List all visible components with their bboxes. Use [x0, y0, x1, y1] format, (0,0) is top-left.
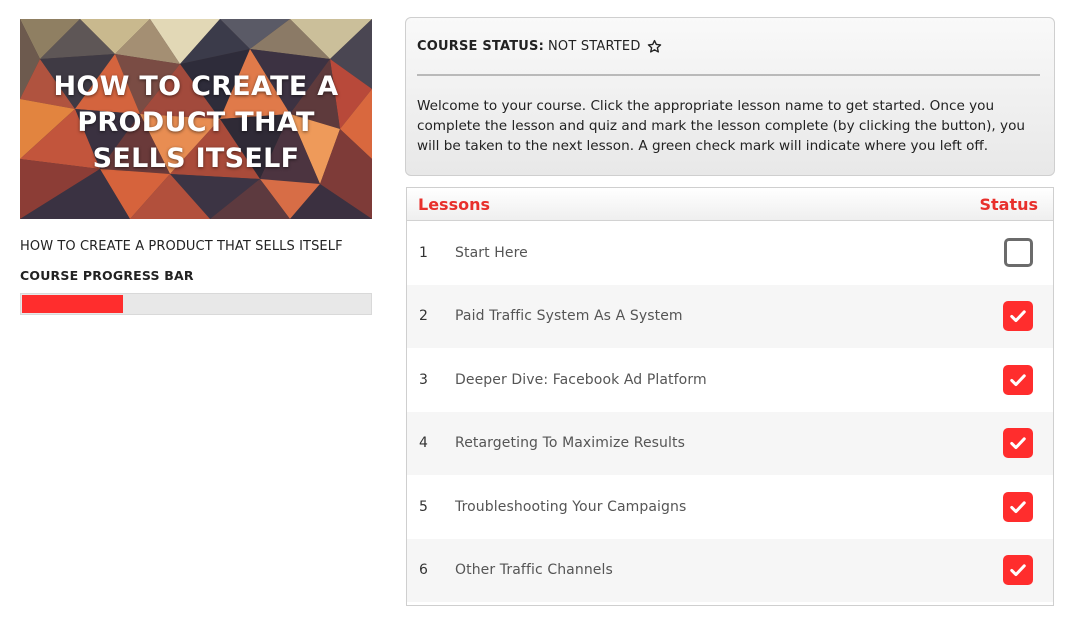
course-banner[interactable]: HOW TO CREATE A PRODUCT THAT SELLS ITSEL… — [20, 19, 372, 219]
lesson-row[interactable]: 3 Deeper Dive: Facebook Ad Platform — [407, 348, 1053, 412]
lesson-number: 5 — [419, 498, 428, 515]
lesson-row[interactable]: 1 Start Here — [407, 221, 1053, 285]
lesson-title-link[interactable]: Paid Traffic System As A System — [455, 308, 1003, 324]
course-page: HOW TO CREATE A PRODUCT THAT SELLS ITSEL… — [0, 0, 1078, 628]
lesson-row[interactable]: 2 Paid Traffic System As A System — [407, 284, 1053, 348]
progress-label: COURSE PROGRESS BAR — [20, 268, 194, 283]
course-status-line: COURSE STATUS: NOT STARTED — [417, 38, 1039, 54]
progress-bar-fill — [22, 295, 123, 313]
course-status-label: COURSE STATUS: — [417, 38, 544, 54]
checked-checkbox-icon[interactable] — [1003, 301, 1033, 332]
lesson-number: 4 — [419, 435, 428, 452]
lesson-row[interactable]: 5 Troubleshooting Your Campaigns — [407, 475, 1053, 539]
checked-checkbox-icon[interactable] — [1003, 428, 1033, 459]
lesson-row[interactable]: 4 Retargeting To Maximize Results — [407, 411, 1053, 475]
star-outline-icon — [647, 39, 662, 54]
lesson-title-link[interactable]: Deeper Dive: Facebook Ad Platform — [455, 372, 1003, 388]
lesson-title-link[interactable]: Troubleshooting Your Campaigns — [455, 499, 1003, 515]
checked-checkbox-icon[interactable] — [1003, 555, 1033, 586]
course-welcome-message: Welcome to your course. Click the approp… — [417, 98, 1026, 154]
lesson-number: 6 — [419, 562, 428, 579]
status-column-header: Status — [979, 194, 1038, 214]
banner-title: HOW TO CREATE A PRODUCT THAT SELLS ITSEL… — [53, 71, 339, 174]
lesson-list: 1 Start Here 2 Paid Traffic System As A Sys… — [407, 221, 1053, 602]
lesson-title-link[interactable]: Retargeting To Maximize Results — [455, 435, 1003, 451]
course-status-value: NOT STARTED — [548, 38, 641, 54]
lesson-title-link[interactable]: Start Here — [455, 245, 1004, 261]
course-sidebar: HOW TO CREATE A PRODUCT THAT SELLS ITSEL… — [20, 19, 372, 315]
lesson-number: 3 — [419, 371, 428, 388]
status-divider — [417, 74, 1040, 76]
lesson-title-link[interactable]: Other Traffic Channels — [455, 562, 1003, 578]
course-name[interactable]: HOW TO CREATE A PRODUCT THAT SELLS ITSEL… — [20, 239, 372, 254]
lesson-row[interactable]: 6 Other Traffic Channels — [407, 538, 1053, 602]
lessons-column-header: Lessons — [418, 194, 490, 214]
empty-checkbox-icon[interactable] — [1004, 238, 1033, 268]
lesson-number: 1 — [419, 244, 428, 261]
progress-bar — [20, 293, 372, 315]
lessons-table: Lessons Status 1 Start Here 2 Paid Traffic … — [406, 187, 1054, 606]
lesson-number: 2 — [419, 308, 428, 325]
checked-checkbox-icon[interactable] — [1003, 364, 1033, 395]
checked-checkbox-icon[interactable] — [1003, 491, 1033, 522]
lessons-table-header: Lessons Status — [407, 188, 1053, 221]
course-status-panel: COURSE STATUS: NOT STARTED Welcome to yo… — [405, 17, 1055, 176]
